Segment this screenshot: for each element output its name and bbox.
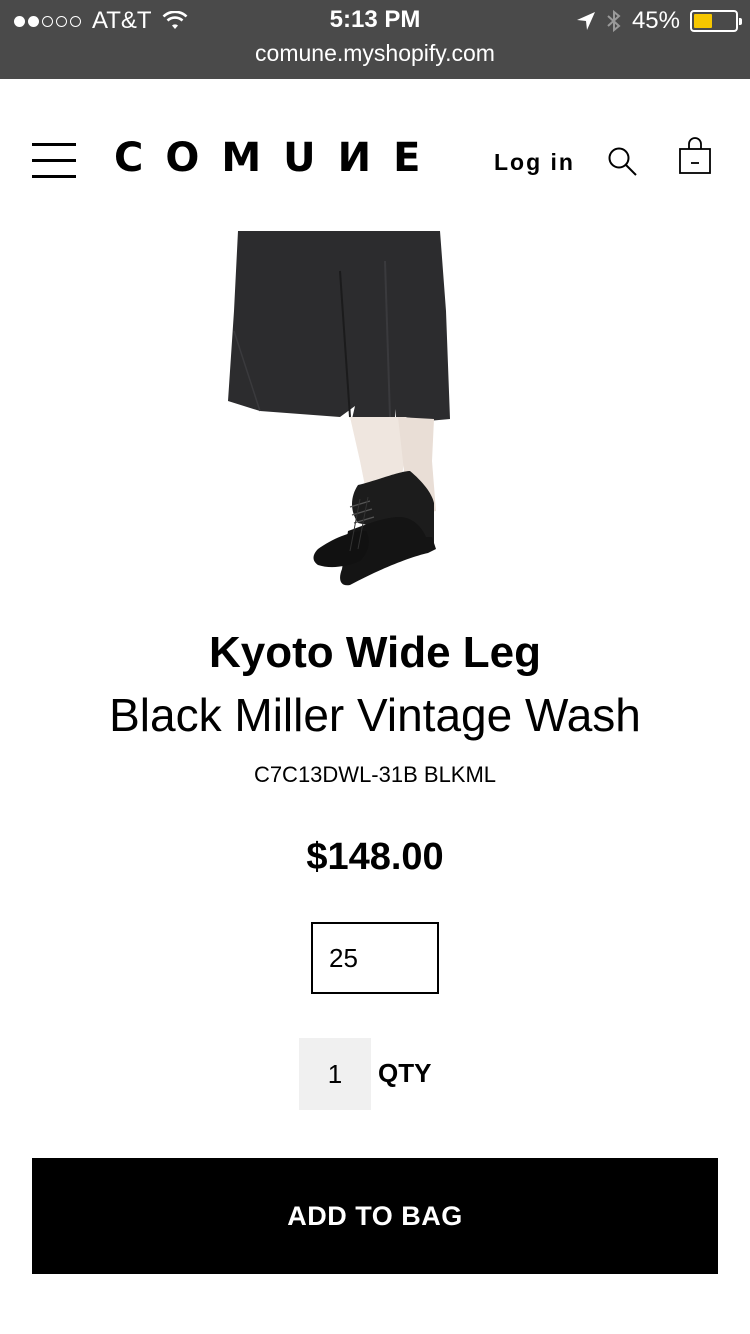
- quantity-input[interactable]: 1: [299, 1038, 371, 1110]
- add-to-bag-button[interactable]: ADD TO BAG: [32, 1158, 718, 1274]
- shopping-bag-icon[interactable]: [678, 137, 712, 175]
- hamburger-menu-icon[interactable]: [32, 143, 76, 178]
- search-icon[interactable]: [606, 145, 638, 177]
- login-link[interactable]: Log in: [494, 149, 575, 176]
- site-header: COMUИE Log in: [0, 79, 750, 231]
- product-subtitle: Black Miller Vintage Wash: [109, 689, 641, 741]
- size-select[interactable]: 25: [311, 922, 439, 994]
- battery-icon: [690, 10, 742, 32]
- status-right: 45%: [566, 6, 742, 36]
- product-sku: C7C13DWL-31B BLKML: [253, 762, 497, 787]
- product-price: $148.00: [306, 836, 444, 878]
- brand-logo[interactable]: COMUИE: [114, 135, 442, 181]
- battery-percent: 45%: [631, 7, 680, 34]
- bluetooth-icon: [607, 9, 621, 33]
- battery-level-fill: [694, 14, 712, 28]
- quantity-label: QTY: [378, 1058, 432, 1088]
- product-image[interactable]: [200, 231, 480, 591]
- product-title: Kyoto Wide Leg: [208, 628, 542, 677]
- url-bar[interactable]: comune.myshopify.com: [0, 40, 750, 67]
- location-arrow-icon: [576, 12, 595, 30]
- status-bar: AT&T 5:13 PM 45% comune.myshopify.com: [0, 0, 750, 79]
